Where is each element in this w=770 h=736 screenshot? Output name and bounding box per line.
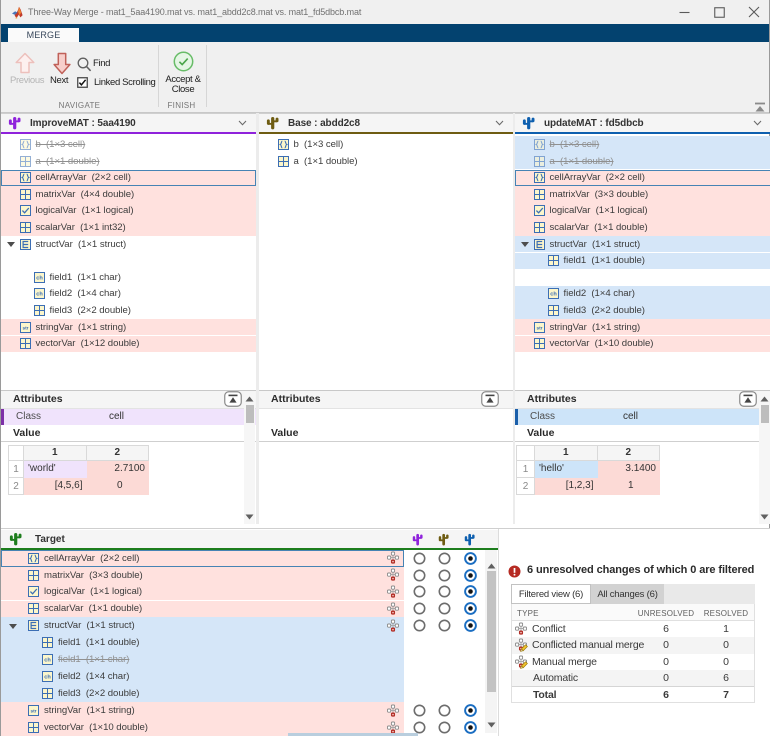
svg-text:str: str xyxy=(536,325,542,331)
svg-text:ch: ch xyxy=(550,292,557,298)
svg-text:ch: ch xyxy=(36,276,43,282)
svg-text:ch: ch xyxy=(36,292,43,298)
svg-text:str: str xyxy=(22,325,28,331)
svg-text:ch: ch xyxy=(44,658,51,664)
svg-text:ch: ch xyxy=(44,675,51,681)
svg-text:str: str xyxy=(31,709,37,715)
